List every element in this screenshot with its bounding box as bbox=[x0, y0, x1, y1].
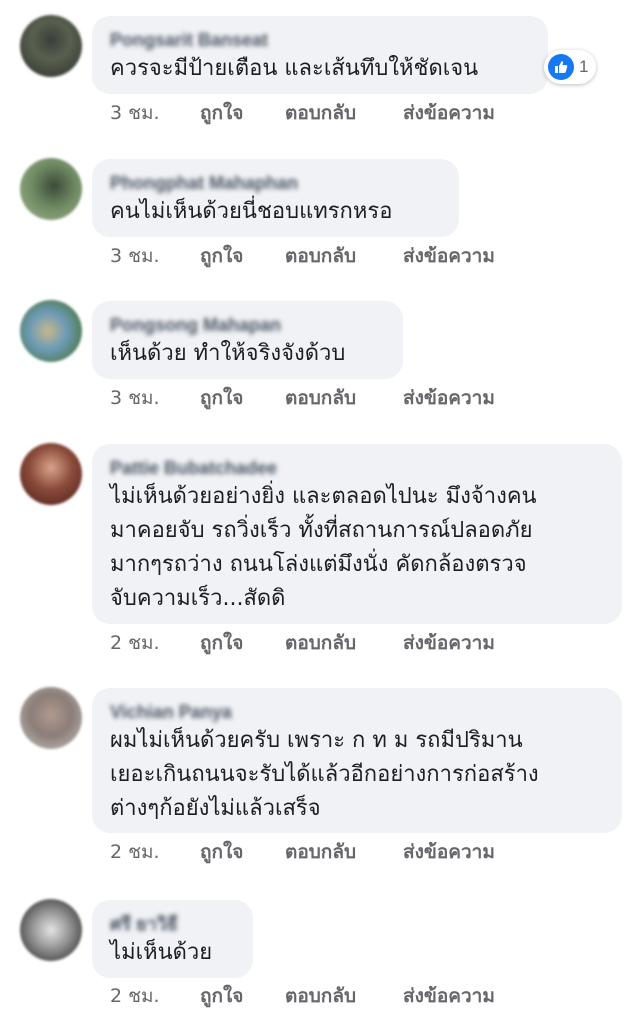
comment-time[interactable]: 2 ชม. bbox=[110, 629, 160, 657]
comment-text: เห็นด้วย ทำให้จริงจังด้วบ bbox=[110, 341, 346, 366]
comment-time[interactable]: 3 ชม. bbox=[110, 99, 160, 127]
comment-text: ผมไม่เห็นด้วยครับ เพราะ ก ท ม รถมีปริมาน… bbox=[110, 728, 539, 821]
comment-author[interactable]: Pongsarit Banseat bbox=[110, 28, 530, 52]
send-message-button[interactable]: ส่งข้อความ bbox=[403, 384, 495, 412]
send-message-button[interactable]: ส่งข้อความ bbox=[403, 99, 495, 127]
comment-time[interactable]: 2 ชม. bbox=[110, 982, 160, 1010]
thumbs-up-icon bbox=[548, 54, 574, 80]
like-button[interactable]: ถูกใจ bbox=[200, 242, 243, 270]
comment-bubble: Pongsarit Banseat ควรจะมีป้ายเตือน และเส… bbox=[92, 16, 548, 94]
comment-bubble: ศรี ยาวิธี ไม่เห็นด้วย bbox=[92, 900, 253, 978]
avatar[interactable] bbox=[20, 300, 82, 362]
send-message-button[interactable]: ส่งข้อความ bbox=[403, 242, 495, 270]
comment-author[interactable]: Pattie Bubatchadee bbox=[110, 456, 604, 480]
comment-author[interactable]: ศรี ยาวิธี bbox=[110, 912, 235, 936]
like-button[interactable]: ถูกใจ bbox=[200, 629, 243, 657]
reply-button[interactable]: ตอบกลับ bbox=[285, 99, 356, 127]
comment-bubble: Pongsong Mahapan เห็นด้วย ทำให้จริงจังด้… bbox=[92, 301, 403, 379]
reply-button[interactable]: ตอบกลับ bbox=[285, 629, 356, 657]
comment-bubble: Phongphat Mahaphan คนไม่เห็นด้วยนี่ชอบแท… bbox=[92, 159, 459, 237]
comment-author[interactable]: Phongphat Mahaphan bbox=[110, 171, 441, 195]
avatar[interactable] bbox=[20, 443, 82, 505]
send-message-button[interactable]: ส่งข้อความ bbox=[403, 629, 495, 657]
like-button[interactable]: ถูกใจ bbox=[200, 384, 243, 412]
reaction-count[interactable]: 1 bbox=[544, 50, 597, 84]
reply-button[interactable]: ตอบกลับ bbox=[285, 982, 356, 1010]
send-message-button[interactable]: ส่งข้อความ bbox=[403, 838, 495, 866]
comment-time[interactable]: 3 ชม. bbox=[110, 384, 160, 412]
reply-button[interactable]: ตอบกลับ bbox=[285, 838, 356, 866]
send-message-button[interactable]: ส่งข้อความ bbox=[403, 982, 495, 1010]
comment-time[interactable]: 2 ชม. bbox=[110, 838, 160, 866]
avatar[interactable] bbox=[20, 158, 82, 220]
comment-author[interactable]: Pongsong Mahapan bbox=[110, 313, 385, 337]
avatar[interactable] bbox=[20, 899, 82, 961]
avatar[interactable] bbox=[20, 15, 82, 77]
comment-text: ไม่เห็นด้วย bbox=[110, 940, 213, 965]
reaction-count-label: 1 bbox=[579, 57, 589, 76]
like-button[interactable]: ถูกใจ bbox=[200, 982, 243, 1010]
reply-button[interactable]: ตอบกลับ bbox=[285, 384, 356, 412]
comment-text: ควรจะมีป้ายเตือน และเส้นทึบให้ชัดเจน bbox=[110, 56, 479, 81]
comment-bubble: Vichian Panya ผมไม่เห็นด้วยครับ เพราะ ก … bbox=[92, 688, 622, 833]
like-button[interactable]: ถูกใจ bbox=[200, 99, 243, 127]
comment-text: ไม่เห็นด้วยอย่างยิ่ง และตลอดไปนะ มึงจ้าง… bbox=[110, 484, 537, 611]
reply-button[interactable]: ตอบกลับ bbox=[285, 242, 356, 270]
comment-bubble: Pattie Bubatchadee ไม่เห็นด้วยอย่างยิ่ง … bbox=[92, 444, 622, 624]
like-button[interactable]: ถูกใจ bbox=[200, 838, 243, 866]
avatar[interactable] bbox=[20, 687, 82, 749]
comment-author[interactable]: Vichian Panya bbox=[110, 700, 604, 724]
comment-thread: Pongsarit Banseat ควรจะมีป้ายเตือน และเส… bbox=[0, 0, 628, 1012]
comment-time[interactable]: 3 ชม. bbox=[110, 242, 160, 270]
comment-text: คนไม่เห็นด้วยนี่ชอบแทรกหรอ bbox=[110, 199, 393, 224]
